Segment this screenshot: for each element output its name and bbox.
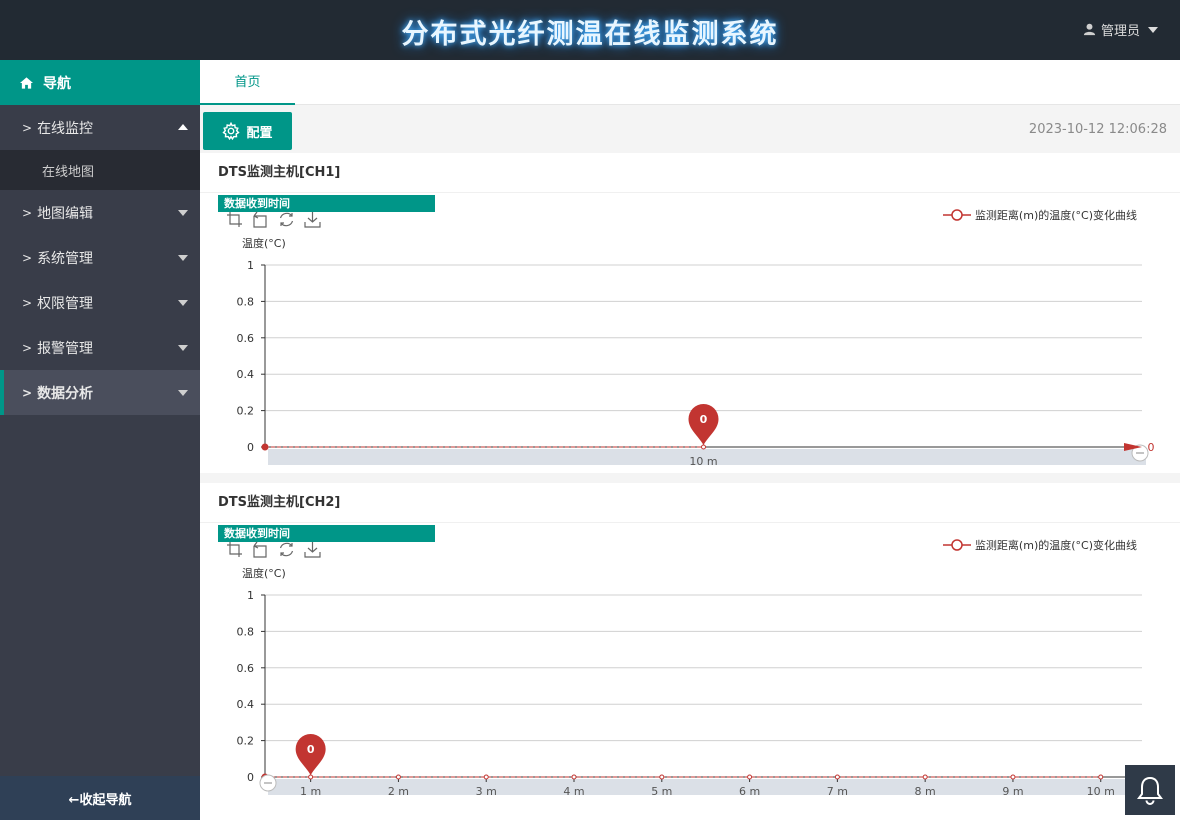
y-tick-label: 0 <box>247 441 254 454</box>
end-value-label: 0 <box>1148 441 1155 454</box>
sidebar-item-label: 权限管理 <box>37 295 94 312</box>
y-tick-label: 0.8 <box>237 625 255 638</box>
data-point <box>1098 774 1104 780</box>
sidebar-item-permission-manage[interactable]: > 权限管理 <box>0 280 200 325</box>
x-tick-label: 10 m <box>689 455 717 468</box>
datetime-display: 2023-10-12 12:06:28 <box>1028 122 1167 137</box>
chevron-up-icon <box>178 124 188 130</box>
data-point <box>308 774 314 780</box>
y-tick-label: 1 <box>247 589 254 602</box>
user-icon <box>1083 23 1096 36</box>
collapse-nav-button[interactable]: ←收起导航 <box>0 776 200 820</box>
app-title: 分布式光纤测温在线监测系统 <box>401 19 779 50</box>
sidebar-item-map-edit[interactable]: > 地图编辑 <box>0 190 200 235</box>
data-point <box>659 774 665 780</box>
y-tick-label: 0.6 <box>237 332 255 345</box>
x-tick-label: 7 m <box>827 785 848 798</box>
x-tick-label: 1 m <box>300 785 321 798</box>
x-tick-label: 3 m <box>476 785 497 798</box>
y-tick-label: 0.4 <box>237 368 255 381</box>
home-icon <box>20 76 33 89</box>
sidebar-item-label: 数据分析 <box>37 385 94 402</box>
notification-button[interactable] <box>1125 765 1175 815</box>
data-point <box>483 774 489 780</box>
config-label: 配置 <box>246 125 273 141</box>
user-menu[interactable]: 管理员 <box>1083 20 1158 39</box>
user-name: 管理员 <box>1100 24 1140 39</box>
chart-panel-ch2: DTS监测主机[CH2] 数据收到时间 监测距离(m)的温度(°C)变化曲线 温… <box>200 483 1180 820</box>
y-tick-label: 0.6 <box>237 662 255 675</box>
tab-home[interactable]: 首页 <box>200 60 295 105</box>
temperature-chart-ch2: 温度(°C) 1 0.8 0.6 0.4 0.2 0 1 m 2 m 3 m 4 m 5 m 6 m 7 … <box>237 566 1146 798</box>
sidebar: 导航 > 在线监控 在线地图 > 地图编辑 > 系统管理 > 权限管理 > 报警… <box>0 60 200 820</box>
data-point <box>701 444 706 450</box>
chevron-right-icon: > <box>22 340 33 355</box>
x-tick-label: 10 m <box>1087 785 1115 798</box>
chart-panel-ch1: DTS监测主机[CH1] 数据收到时间 监测距离(m)的温度(°C)变化曲线 温… <box>200 153 1180 473</box>
sidebar-subitem-online-map[interactable]: 在线地图 <box>0 150 200 190</box>
x-tick-label: 5 m <box>651 785 672 798</box>
chevron-right-icon: > <box>22 120 33 135</box>
x-tick-label: 6 m <box>739 785 760 798</box>
chevron-down-icon <box>178 300 188 306</box>
sidebar-item-online-monitor[interactable]: > 在线监控 <box>0 105 200 150</box>
x-tick-label: 8 m <box>915 785 936 798</box>
chart-area: 数据收到时间 监测距离(m)的温度(°C)变化曲线 温度(°C) 1 0.8 0.6 0… <box>200 523 1180 820</box>
y-tick-label: 0.2 <box>237 735 255 748</box>
origin-point <box>261 443 269 451</box>
sidebar-item-alarm-manage[interactable]: > 报警管理 <box>0 325 200 370</box>
data-point <box>571 774 577 780</box>
x-tick-label: 4 m <box>563 785 584 798</box>
chevron-down-icon <box>1148 26 1158 33</box>
chevron-right-icon: > <box>22 250 33 265</box>
sidebar-item-label: 地图编辑 <box>37 205 94 222</box>
config-button[interactable]: 配置 <box>203 112 292 150</box>
y-tick-label: 1 <box>247 259 254 272</box>
chevron-down-icon <box>178 390 188 396</box>
y-tick-label: 0 <box>247 771 254 784</box>
panel-title: DTS监测主机[CH1] <box>200 153 1180 193</box>
chevron-down-icon <box>178 210 188 216</box>
sidebar-item-label: 在线监控 <box>37 120 94 137</box>
data-point <box>747 774 753 780</box>
sidebar-subitem-label: 在线地图 <box>42 164 95 180</box>
toolbar: 配置 2023-10-12 12:06:28 <box>200 105 1180 153</box>
chevron-down-icon <box>178 255 188 261</box>
chevron-down-icon <box>178 345 188 351</box>
temperature-chart-ch1: 温度(°C) 1 0.8 0.6 0.4 0.2 0 10 m 0 0 <box>237 236 1155 468</box>
data-point <box>834 774 840 780</box>
data-point <box>395 774 401 780</box>
bell-icon <box>1137 776 1163 805</box>
chevron-right-icon: > <box>22 205 33 220</box>
x-tick-label: 2 m <box>388 785 409 798</box>
sidebar-item-label: 系统管理 <box>37 250 94 267</box>
x-tick-label: 9 m <box>1002 785 1023 798</box>
y-tick-label: 0.8 <box>237 295 255 308</box>
main-content: 首页 配置 2023-10-12 12:06:28 DTS监测主机[CH1] 数… <box>200 60 1180 820</box>
nav-header: 导航 <box>0 60 200 105</box>
markpoint-label: 0 <box>307 743 315 756</box>
nav-title: 导航 <box>43 75 71 92</box>
y-tick-label: 0.2 <box>237 405 255 418</box>
sidebar-item-data-analysis[interactable]: > 数据分析 <box>0 370 200 415</box>
sidebar-item-label: 报警管理 <box>37 340 94 357</box>
panel-title: DTS监测主机[CH2] <box>200 483 1180 523</box>
y-axis-label: 温度(°C) <box>242 566 286 580</box>
y-axis-label: 温度(°C) <box>242 236 286 250</box>
y-tick-label: 0.4 <box>237 698 255 711</box>
data-point <box>1010 774 1016 780</box>
tab-bar: 首页 <box>200 60 1180 105</box>
top-bar: 分布式光纤测温在线监测系统 管理员 <box>0 0 1180 60</box>
chevron-right-icon: > <box>22 295 33 310</box>
markpoint-label: 0 <box>700 413 708 426</box>
chevron-right-icon: > <box>22 385 33 400</box>
sidebar-item-system-manage[interactable]: > 系统管理 <box>0 235 200 280</box>
data-point <box>922 774 928 780</box>
chart-area: 数据收到时间 监测距离(m)的温度(°C)变化曲线 温度(°C) 1 0.8 0.6 0… <box>200 193 1180 473</box>
gear-icon <box>222 122 241 140</box>
